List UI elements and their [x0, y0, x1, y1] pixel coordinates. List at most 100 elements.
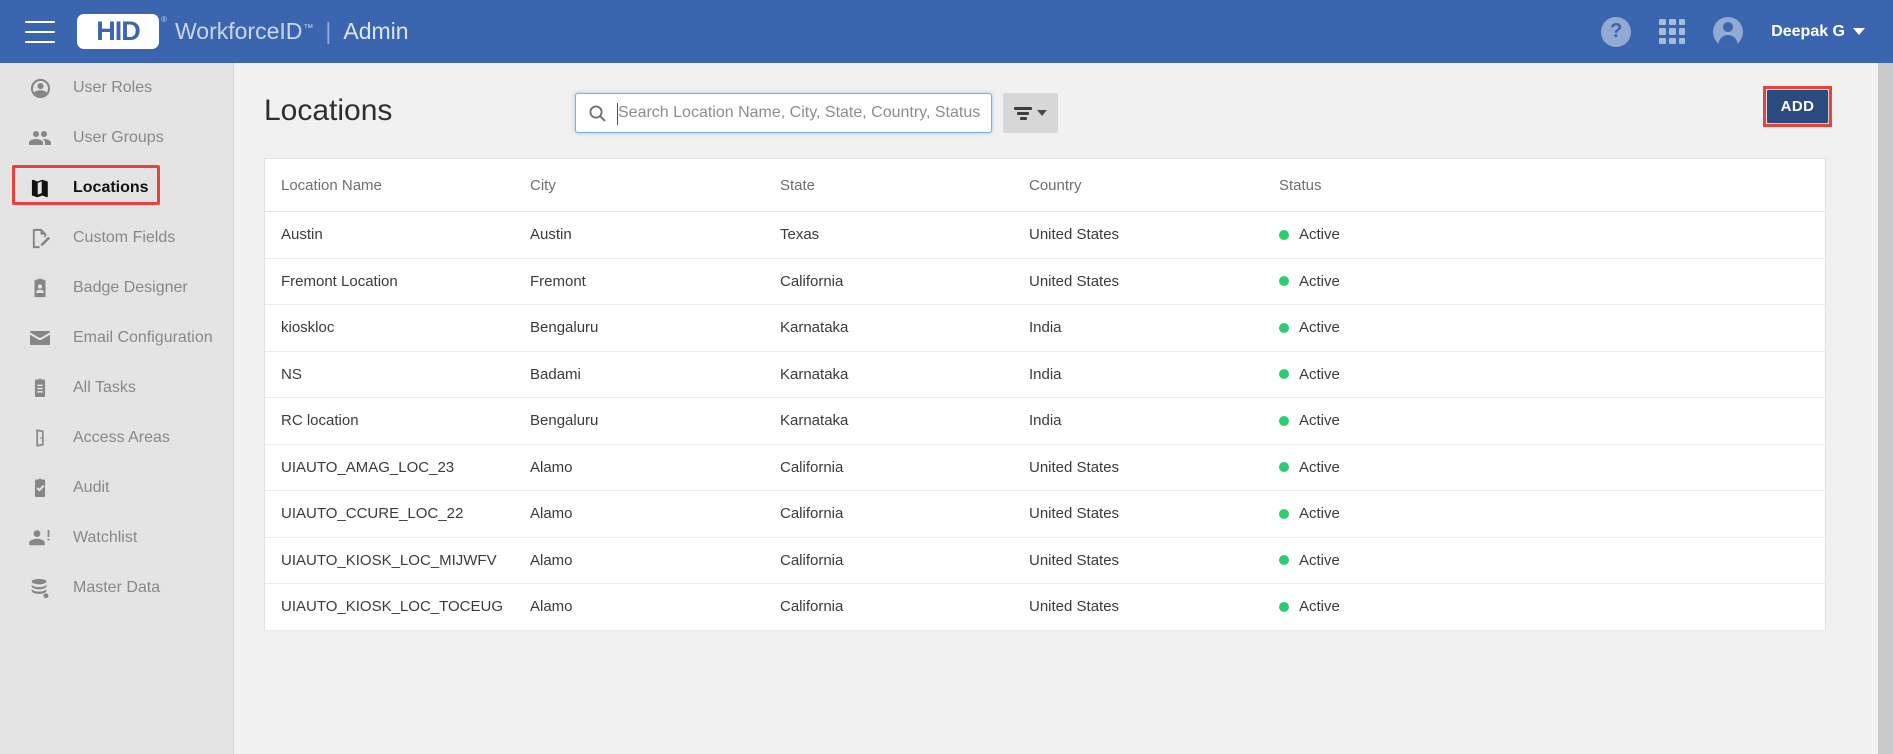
sidebar-item-locations[interactable]: Locations — [0, 163, 233, 213]
text-cursor — [617, 103, 618, 125]
user-circle-icon — [27, 75, 53, 101]
cell-city: Austin — [530, 226, 572, 244]
apps-grid-icon[interactable] — [1659, 18, 1686, 45]
cell-country: United States — [1029, 458, 1120, 476]
status-label: Active — [1299, 226, 1340, 244]
section-name: Admin — [343, 18, 409, 44]
add-button[interactable]: ADD — [1767, 90, 1828, 123]
status-dot-icon — [1279, 369, 1289, 380]
page-scrollbar-thumb[interactable] — [1878, 63, 1893, 754]
column-header-status[interactable]: Status — [1279, 177, 1529, 194]
cell-status: Active — [1279, 319, 1529, 336]
user-alert-icon — [27, 525, 53, 551]
status-label: Active — [1299, 319, 1340, 337]
hamburger-icon[interactable] — [25, 20, 55, 43]
cell-country: United States — [1029, 598, 1120, 616]
sidebar-item-email-configuration[interactable]: Email Configuration — [0, 313, 233, 363]
search-input[interactable] — [618, 104, 991, 122]
column-header-city[interactable]: City — [530, 177, 780, 194]
registered-mark: ® — [161, 15, 167, 24]
hid-logo-text: HID — [96, 16, 140, 46]
chevron-down-icon — [1037, 110, 1047, 116]
cell-city: Alamo — [530, 458, 573, 476]
cell-city: Alamo — [530, 505, 573, 523]
status-label: Active — [1299, 458, 1340, 476]
table-row[interactable]: UIAUTO_AMAG_LOC_23 Alamo California Unit… — [265, 445, 1825, 491]
help-icon-glyph: ? — [1610, 20, 1623, 42]
sidebar-item-label: Custom Fields — [73, 229, 176, 246]
cell-city: Alamo — [530, 551, 573, 569]
help-icon[interactable]: ? — [1601, 16, 1632, 47]
filter-icon — [1014, 106, 1032, 120]
sidebar-item-badge-designer[interactable]: Badge Designer — [0, 263, 233, 313]
page-scrollbar-track[interactable] — [1878, 63, 1893, 754]
cell-status: Active — [1279, 459, 1529, 476]
search-box[interactable] — [575, 93, 992, 133]
column-header-location-name[interactable]: Location Name — [281, 177, 530, 194]
sidebar-item-user-roles[interactable]: User Roles — [0, 63, 233, 113]
table-row[interactable]: UIAUTO_KIOSK_LOC_MIJWFV Alamo California… — [265, 538, 1825, 584]
account-circle-icon[interactable] — [1713, 16, 1744, 47]
cell-status: Active — [1279, 412, 1529, 429]
table-row[interactable]: Austin Austin Texas United States Active — [265, 212, 1825, 259]
table-row[interactable]: NS Badami Karnataka India Active — [265, 352, 1825, 398]
cell-country: United States — [1029, 505, 1120, 523]
map-icon — [27, 175, 53, 201]
cell-state: California — [780, 272, 844, 290]
sidebar-item-watchlist[interactable]: Watchlist — [0, 513, 233, 563]
status-label: Active — [1299, 551, 1340, 569]
sidebar-item-label: Badge Designer — [73, 279, 188, 296]
status-dot-icon — [1279, 555, 1289, 566]
cell-country: United States — [1029, 551, 1120, 569]
table-row[interactable]: Fremont Location Fremont California Unit… — [265, 259, 1825, 305]
main-content: Locations ADD Location Name City State C… — [235, 63, 1880, 754]
page-title: Locations — [264, 93, 393, 127]
clipboard-check-icon — [27, 475, 53, 501]
sidebar-item-access-areas[interactable]: Access Areas — [0, 413, 233, 463]
brand-title: WorkforceID ™ | Admin — [175, 18, 409, 45]
sidebar-item-label: All Tasks — [73, 379, 136, 396]
page-toolbar: Locations ADD — [235, 63, 1880, 158]
cell-country: India — [1029, 412, 1062, 430]
sidebar-item-master-data[interactable]: Master Data — [0, 563, 233, 613]
database-icon — [27, 575, 53, 601]
filter-dropdown-button[interactable] — [1003, 93, 1058, 133]
column-header-country[interactable]: Country — [1029, 177, 1279, 194]
table-row[interactable]: UIAUTO_CCURE_LOC_22 Alamo California Uni… — [265, 491, 1825, 538]
user-name-label: Deepak G — [1771, 22, 1845, 40]
table-row[interactable]: UIAUTO_KIOSK_LOC_TOCEUG Alamo California… — [265, 584, 1825, 631]
sidebar-item-label: Master Data — [73, 579, 161, 596]
cell-status: Active — [1279, 505, 1529, 522]
app-header: HID ® WorkforceID ™ | Admin ? Deepak G — [0, 0, 1893, 63]
cell-city: Bengaluru — [530, 412, 599, 430]
sidebar-item-audit[interactable]: Audit — [0, 463, 233, 513]
user-menu[interactable]: Deepak G — [1771, 23, 1865, 41]
trademark-mark: ™ — [303, 23, 314, 34]
status-dot-icon — [1279, 601, 1289, 612]
sidebar-item-user-groups[interactable]: User Groups — [0, 113, 233, 163]
status-label: Active — [1299, 272, 1340, 290]
search-icon — [576, 103, 618, 124]
column-header-state[interactable]: State — [780, 177, 1029, 194]
cell-state: California — [780, 458, 844, 476]
table-row[interactable]: kioskloc Bengaluru Karnataka India Activ… — [265, 305, 1825, 352]
table-row[interactable]: RC location Bengaluru Karnataka India Ac… — [265, 398, 1825, 445]
cell-country: United States — [1029, 226, 1120, 244]
cell-status: Active — [1279, 366, 1529, 383]
sidebar-item-label: Access Areas — [73, 429, 170, 446]
sidebar-item-custom-fields[interactable]: Custom Fields — [0, 213, 233, 263]
sidebar-item-label: Watchlist — [73, 529, 138, 546]
cell-location-name: RC location — [281, 412, 359, 430]
cell-status: Active — [1279, 226, 1529, 243]
cell-location-name: UIAUTO_KIOSK_LOC_TOCEUG — [281, 598, 504, 616]
cell-location-name: Fremont Location — [281, 272, 398, 290]
sidebar-item-all-tasks[interactable]: All Tasks — [0, 363, 233, 413]
table-header-row: Location Name City State Country Status — [265, 159, 1825, 212]
edit-document-icon — [27, 225, 53, 251]
hid-logo: HID ® — [77, 14, 167, 49]
status-label: Active — [1299, 598, 1340, 616]
status-dot-icon — [1279, 462, 1289, 473]
cell-state: Karnataka — [780, 365, 849, 383]
badge-icon — [27, 275, 53, 301]
cell-state: California — [780, 505, 844, 523]
